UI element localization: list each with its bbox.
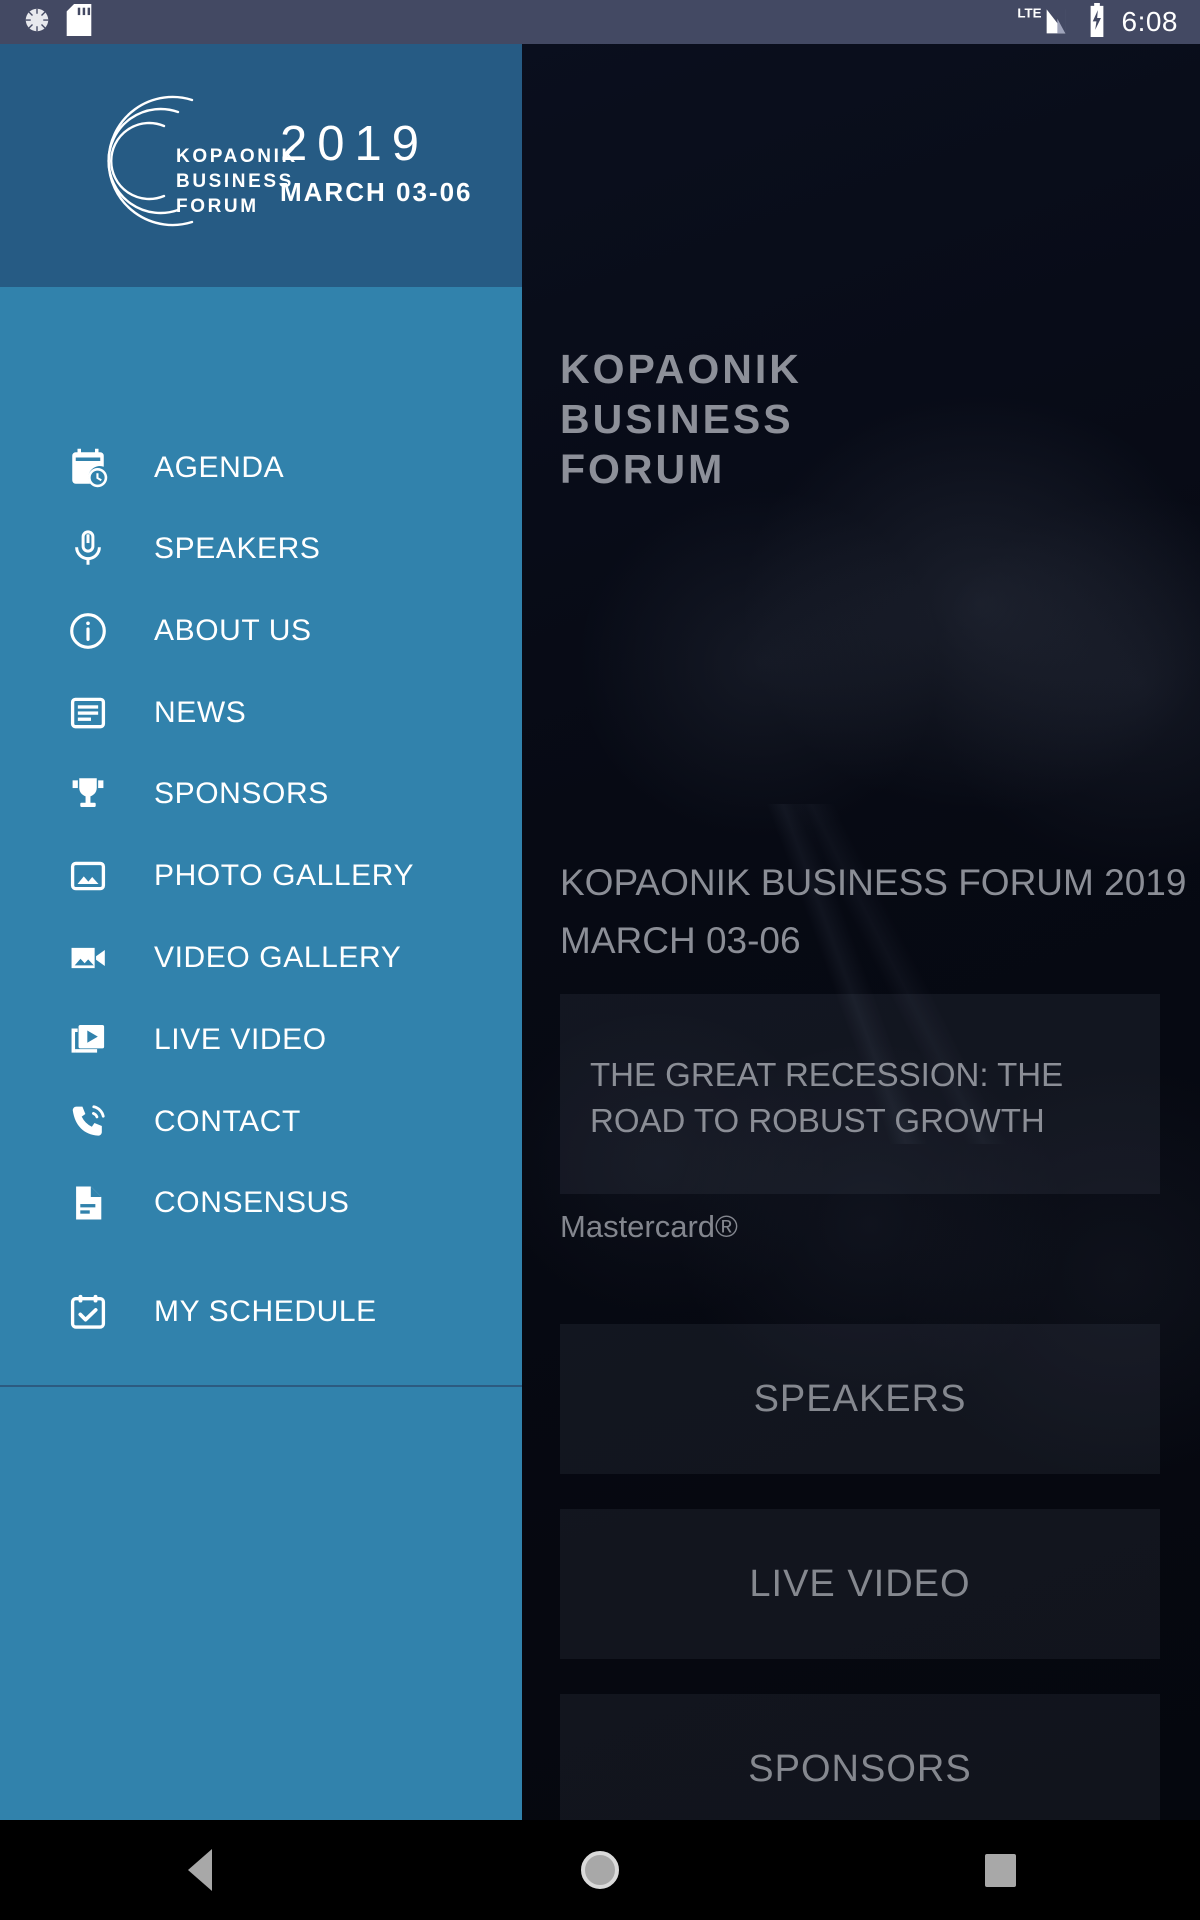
image-icon <box>66 854 110 898</box>
background-button-sponsors-label: SPONSORS <box>748 1747 972 1790</box>
status-bar-left-icons <box>22 3 92 41</box>
status-bar: LTE 6:08 <box>0 0 1200 44</box>
background-button-live-video-label: LIVE VIDEO <box>749 1562 971 1605</box>
drawer-logo-words: KOPAONIK BUSINESS FORUM <box>176 146 298 217</box>
info-circle-icon <box>66 609 110 653</box>
drawer-item-video-gallery[interactable]: VIDEO GALLERY <box>0 917 522 999</box>
status-bar-clock: 6:08 <box>1121 6 1178 37</box>
trophy-icon <box>66 772 110 816</box>
drawer-item-live-video-label: LIVE VIDEO <box>154 1023 327 1056</box>
drawer-item-my-schedule-label: MY SCHEDULE <box>154 1295 377 1328</box>
background-event-title: KOPAONIK BUSINESS FORUM 2019 MARCH 03-06 <box>560 854 1186 970</box>
drawer-divider <box>0 1385 522 1387</box>
android-navigation-bar <box>0 1820 1200 1920</box>
calendar-clock-icon <box>66 446 110 490</box>
drawer-item-my-schedule[interactable]: MY SCHEDULE <box>0 1271 522 1353</box>
background-logo-text: KOPAONIK BUSINESS FORUM <box>560 346 802 492</box>
background-button-sponsors[interactable]: SPONSORS <box>560 1694 1160 1820</box>
background-button-speakers[interactable]: SPEAKERS <box>560 1324 1160 1474</box>
drawer-logo: KOPAONIK BUSINESS FORUM 2019 MARCH 03-06 <box>107 92 473 232</box>
calendar-check-icon <box>66 1290 110 1334</box>
drawer-item-news[interactable]: NEWS <box>0 672 522 754</box>
nav-back-button[interactable] <box>125 1820 275 1920</box>
nav-home-button[interactable] <box>525 1820 675 1920</box>
phone-ring-icon <box>66 1100 110 1144</box>
drawer-item-contact-label: CONTACT <box>154 1105 301 1138</box>
circle-home-icon <box>581 1851 619 1889</box>
triangle-back-icon <box>188 1849 212 1891</box>
background-event-title-line-2: MARCH 03-06 <box>560 920 801 961</box>
battery-charging-icon <box>1086 2 1108 42</box>
drawer-item-news-label: NEWS <box>154 696 247 729</box>
drawer-item-video-gallery-label: VIDEO GALLERY <box>154 941 402 974</box>
drawer-item-photo-gallery-label: PHOTO GALLERY <box>154 859 415 892</box>
drawer-item-sponsors-label: SPONSORS <box>154 777 329 810</box>
drawer-item-contact[interactable]: CONTACT <box>0 1081 522 1163</box>
background-session-sponsor: Mastercard® <box>560 1209 738 1244</box>
navigation-drawer: KOPAONIK BUSINESS FORUM 2019 MARCH 03-06… <box>0 44 522 1820</box>
drawer-item-photo-gallery[interactable]: PHOTO GALLERY <box>0 835 522 917</box>
sd-card-icon <box>66 3 92 41</box>
drawer-logo-year: 2019 <box>280 116 430 171</box>
status-bar-right-icons: LTE 6:08 <box>1016 2 1179 42</box>
drawer-item-consensus-label: CONSENSUS <box>154 1186 350 1219</box>
drawer-item-speakers-label: SPEAKERS <box>154 532 321 565</box>
sync-spinner-icon <box>22 5 52 40</box>
drawer-header: KOPAONIK BUSINESS FORUM 2019 MARCH 03-06 <box>0 44 522 287</box>
drawer-item-about-us-label: ABOUT US <box>154 614 312 647</box>
drawer-item-about-us[interactable]: ABOUT US <box>0 590 522 672</box>
drawer-item-agenda-label: AGENDA <box>154 451 285 484</box>
background-event-title-line-1: KOPAONIK BUSINESS FORUM 2019 <box>560 862 1187 903</box>
drawer-item-speakers[interactable]: SPEAKERS <box>0 508 522 590</box>
drawer-logo-dates: MARCH 03-06 <box>280 176 473 207</box>
drawer-item-live-video[interactable]: LIVE VIDEO <box>0 999 522 1081</box>
play-frames-icon <box>66 1018 110 1062</box>
drawer-item-sponsors[interactable]: SPONSORS <box>0 753 522 835</box>
lte-signal-icon: LTE <box>1016 4 1072 41</box>
kopaonik-arc-logo-icon: KOPAONIK BUSINESS FORUM <box>107 92 295 232</box>
drawer-logo-dateblock: 2019 MARCH 03-06 <box>280 117 473 208</box>
background-session-card-title: THE GREAT RECESSION: THE ROAD TO ROBUST … <box>590 1056 1064 1139</box>
drawer-item-agenda[interactable]: AGENDA <box>0 427 522 509</box>
video-camera-icon <box>66 936 110 980</box>
background-session-card[interactable]: THE GREAT RECESSION: THE ROAD TO ROBUST … <box>560 994 1160 1194</box>
document-icon <box>66 1181 110 1225</box>
article-icon <box>66 691 110 735</box>
drawer-item-consensus[interactable]: CONSENSUS <box>0 1162 522 1244</box>
svg-text:LTE: LTE <box>1017 5 1041 20</box>
nav-recents-button[interactable] <box>925 1820 1075 1920</box>
background-button-speakers-label: SPEAKERS <box>753 1377 967 1420</box>
background-button-live-video[interactable]: LIVE VIDEO <box>560 1509 1160 1659</box>
microphone-icon <box>66 527 110 571</box>
square-recents-icon <box>984 1853 1016 1887</box>
